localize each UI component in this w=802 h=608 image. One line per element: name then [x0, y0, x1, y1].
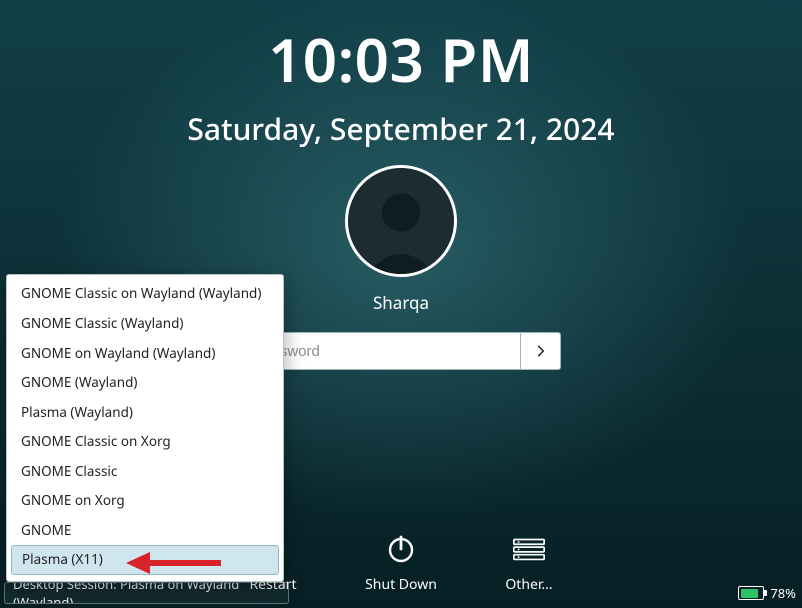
session-menu-item[interactable]: GNOME on Wayland (Wayland) [7, 339, 283, 369]
battery-percent: 78% [770, 584, 796, 602]
clock-date: Saturday, September 21, 2024 [0, 108, 802, 149]
session-menu-item[interactable]: GNOME (Wayland) [7, 368, 283, 398]
session-menu-item[interactable]: GNOME Classic (Wayland) [7, 309, 283, 339]
session-menu-item[interactable]: GNOME Classic on Wayland (Wayland) [7, 279, 283, 309]
chevron-right-icon [534, 344, 548, 358]
session-menu-item[interactable]: GNOME [7, 516, 283, 546]
shutdown-label: Shut Down [365, 575, 437, 594]
user-avatar[interactable] [345, 165, 457, 277]
clock-time: 10:03 PM [0, 18, 802, 100]
power-icon [383, 531, 419, 567]
session-menu-item[interactable]: Plasma (Wayland) [7, 398, 283, 428]
other-label: Other... [505, 575, 552, 594]
session-menu-item[interactable]: GNOME Classic on Xorg [7, 427, 283, 457]
session-menu-item[interactable]: GNOME on Xorg [7, 486, 283, 516]
session-menu-item[interactable]: GNOME Classic [7, 457, 283, 487]
session-selector-button[interactable]: Desktop Session: Plasma on Wayland (Wayl… [4, 582, 289, 604]
battery-icon [738, 586, 764, 600]
other-button[interactable]: Other... [489, 531, 569, 594]
battery-indicator[interactable]: 78% [738, 584, 796, 602]
password-row [241, 332, 561, 370]
clock-area: 10:03 PM Saturday, September 21, 2024 [0, 0, 802, 149]
user-avatar-icon [348, 168, 454, 274]
shutdown-button[interactable]: Shut Down [361, 531, 441, 594]
session-menu-item-selected[interactable]: Plasma (X11) [11, 545, 279, 575]
login-button[interactable] [521, 332, 561, 370]
list-icon [511, 531, 547, 567]
user-name: Sharqa [373, 291, 429, 314]
session-menu[interactable]: GNOME Classic on Wayland (Wayland)GNOME … [6, 274, 284, 582]
session-selector-label: Desktop Session: Plasma on Wayland (Wayl… [13, 582, 280, 604]
